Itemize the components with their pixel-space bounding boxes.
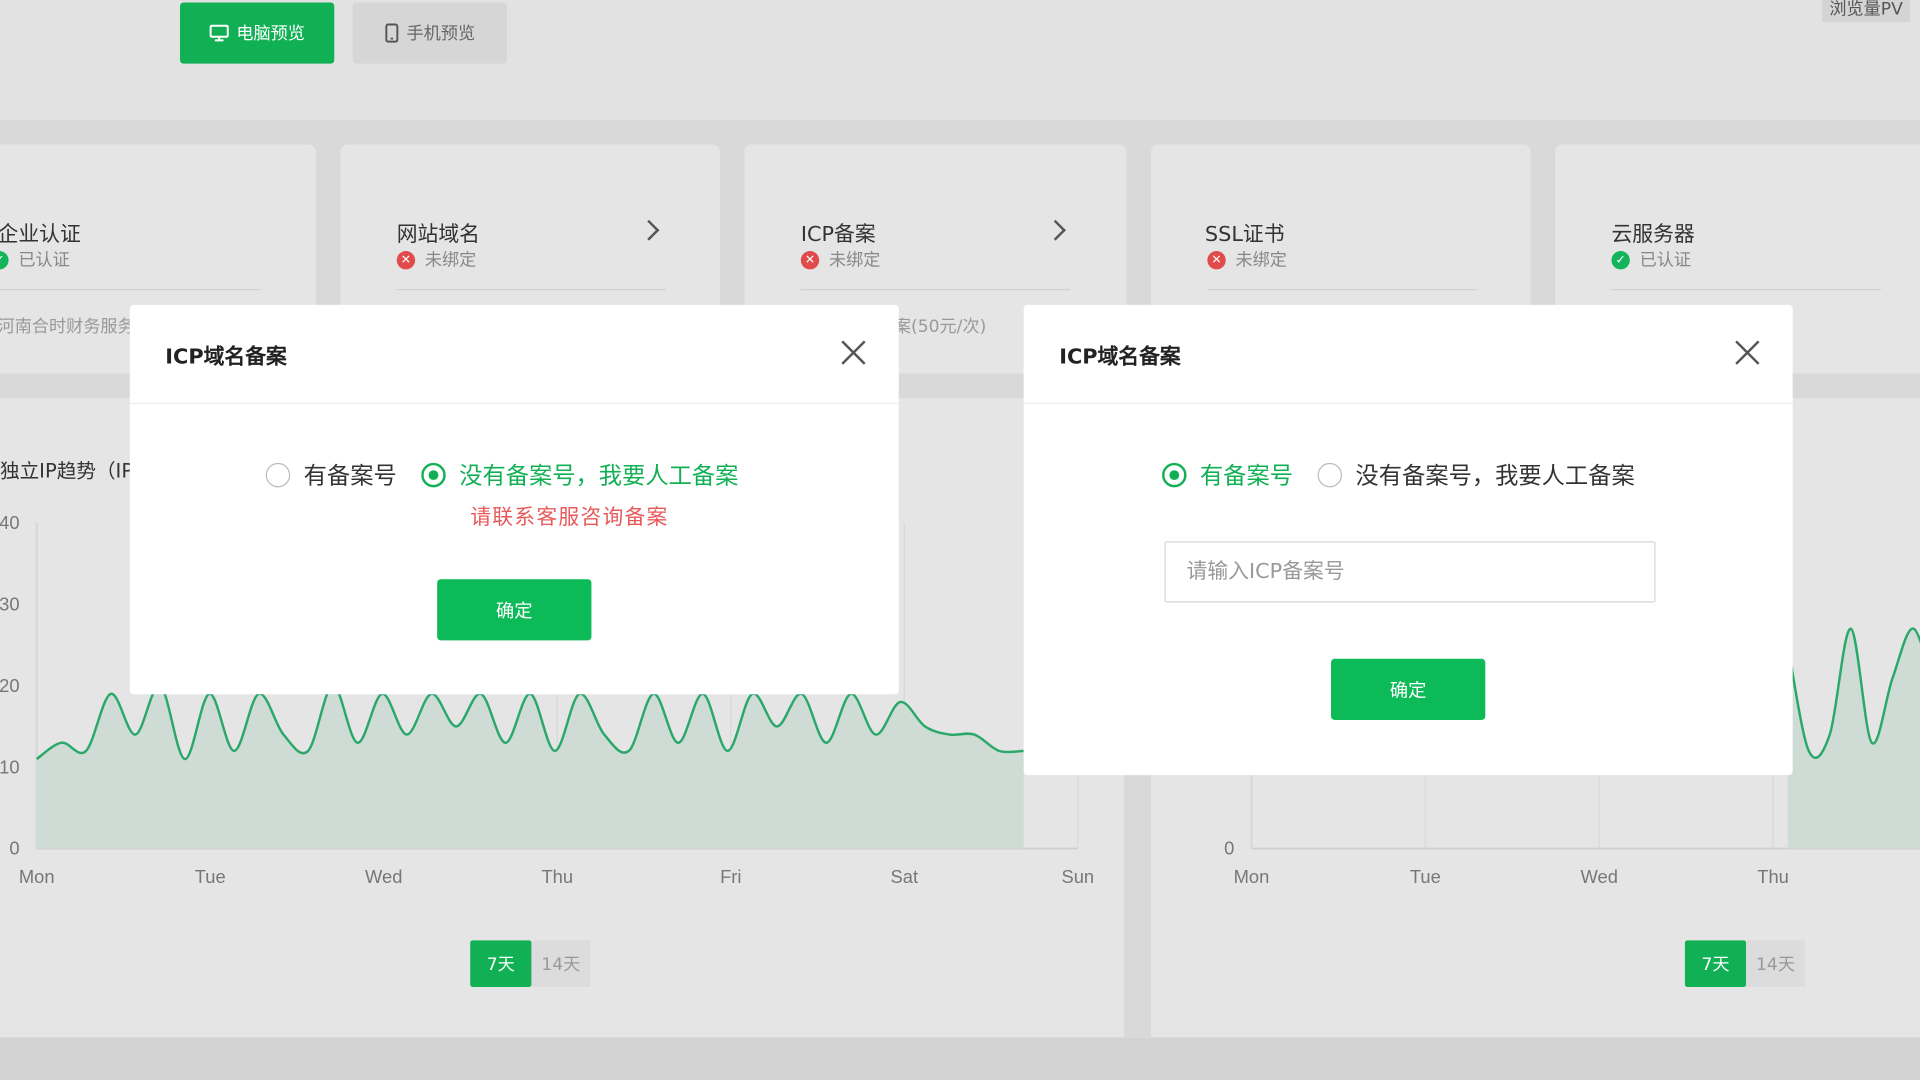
- card-title: 云服务器: [1611, 222, 1695, 248]
- modal-title: ICP域名备案: [1059, 345, 1181, 370]
- x-tick-label: Fri: [720, 866, 741, 887]
- card-status-text: 未绑定: [828, 251, 881, 271]
- confirm-button[interactable]: 确定: [437, 579, 592, 641]
- option-has-filing-label[interactable]: 有备案号: [304, 458, 397, 491]
- card-title: ICP备案: [800, 222, 876, 248]
- pc-preview-label: 电脑预览: [236, 24, 305, 45]
- top-bar: 电脑预览 手机预览 浏览量PV: [0, 0, 1920, 121]
- range-7-days-button[interactable]: 7天: [1684, 940, 1747, 987]
- divider: [396, 288, 667, 291]
- y-tick-label: 0: [1224, 838, 1234, 859]
- modal-title: ICP域名备案: [165, 345, 287, 370]
- error-icon: ✕: [800, 250, 820, 269]
- mobile-preview-button[interactable]: 手机预览: [352, 2, 507, 64]
- x-tick-label: Thu: [541, 866, 573, 887]
- x-tick-label: Tue: [195, 866, 226, 887]
- option-no-filing-label[interactable]: 没有备案号，我要人工备案: [459, 458, 738, 491]
- card-footer: 案(50元/次): [893, 317, 987, 337]
- radio-has-filing[interactable]: [265, 462, 291, 487]
- divider: [800, 288, 1071, 291]
- card-footer: 河南合时财务服务: [0, 317, 135, 337]
- series-area: [36, 685, 1024, 849]
- card-status: ✕ 未绑定: [1207, 247, 1287, 271]
- y-tick-label: 0: [9, 838, 19, 859]
- y-tick-label: 20: [0, 675, 20, 696]
- range-14-days-button[interactable]: 14天: [1746, 940, 1805, 987]
- x-tick-label: Sat: [891, 866, 919, 887]
- card-title: 网站域名: [396, 222, 481, 248]
- card-status: ✓ 已认证: [1611, 247, 1691, 271]
- modal-header: ICP域名备案: [129, 305, 899, 405]
- x-tick-label: Mon: [19, 866, 55, 887]
- modal-header: ICP域名备案: [1023, 305, 1793, 405]
- pv-label: 浏览量PV: [1822, 0, 1911, 23]
- error-icon: ✕: [1207, 250, 1226, 269]
- divider: [1611, 288, 1881, 291]
- card-status: ✕ 未绑定: [396, 247, 477, 271]
- range-7-days-button[interactable]: 7天: [470, 940, 532, 987]
- card-title: SSL证书: [1204, 222, 1285, 248]
- contact-support-hint: 请联系客服咨询备案: [470, 505, 669, 531]
- x-tick-label: Sun: [1061, 866, 1094, 887]
- chevron-right-icon[interactable]: [638, 219, 660, 241]
- option-no-filing-label[interactable]: 没有备案号，我要人工备案: [1356, 458, 1635, 491]
- option-has-filing-label[interactable]: 有备案号: [1200, 458, 1293, 491]
- icp-modal-manual: ICP域名备案 有备案号 没有备案号，我要人工备案 请联系客服咨询备案 确定: [129, 304, 899, 695]
- app-stage: 电脑预览 手机预览 浏览量PV 企业认证 ✓ 已认证 河南合时财务服务 网站域名…: [0, 0, 1920, 1080]
- icp-number-input[interactable]: [1164, 541, 1656, 603]
- card-status: ✓ 已认证: [0, 247, 70, 271]
- phone-icon: [385, 23, 399, 43]
- close-icon[interactable]: [840, 339, 867, 366]
- bottom-band: [0, 1038, 1920, 1080]
- y-tick-label: 10: [0, 756, 20, 777]
- series-area: [1787, 628, 1920, 849]
- card-status-text: 未绑定: [1235, 251, 1287, 271]
- card-status-text: 未绑定: [424, 251, 477, 271]
- radio-no-filing[interactable]: [421, 462, 446, 487]
- chevron-right-icon[interactable]: [1045, 219, 1066, 241]
- pc-preview-button[interactable]: 电脑预览: [180, 2, 335, 64]
- monitor-icon: [209, 24, 229, 42]
- mobile-preview-label: 手机预览: [406, 24, 476, 45]
- confirm-button[interactable]: 确定: [1331, 658, 1486, 721]
- icp-modal-input: ICP域名备案 有备案号 没有备案号，我要人工备案 确定: [1023, 304, 1793, 776]
- panel-title: 独立IP趋势（IP: [0, 459, 134, 483]
- range-14-days-button[interactable]: 14天: [531, 940, 591, 987]
- x-tick-label: Thu: [1757, 866, 1789, 887]
- close-icon[interactable]: [1734, 339, 1761, 366]
- y-tick-label: 30: [0, 593, 20, 614]
- divider: [0, 288, 260, 291]
- error-icon: ✕: [396, 250, 416, 269]
- filing-option-group: 有备案号 没有备案号，我要人工备案: [265, 458, 763, 491]
- y-tick-label: 40: [0, 512, 20, 533]
- card-status-text: 已认证: [18, 251, 70, 271]
- check-icon: ✓: [1611, 250, 1630, 269]
- x-tick-label: Mon: [1234, 866, 1270, 887]
- x-tick-label: Wed: [1580, 866, 1617, 887]
- radio-no-filing[interactable]: [1317, 462, 1343, 487]
- x-tick-label: Wed: [365, 866, 402, 887]
- card-title: 企业认证: [0, 222, 81, 248]
- radio-has-filing[interactable]: [1162, 462, 1187, 487]
- card-status: ✕ 未绑定: [800, 247, 881, 271]
- divider: [1207, 288, 1477, 291]
- x-tick-label: Tue: [1410, 866, 1441, 887]
- check-icon: ✓: [0, 250, 9, 269]
- card-status-text: 已认证: [1639, 251, 1692, 271]
- filing-option-group: 有备案号 没有备案号，我要人工备案: [1162, 458, 1659, 491]
